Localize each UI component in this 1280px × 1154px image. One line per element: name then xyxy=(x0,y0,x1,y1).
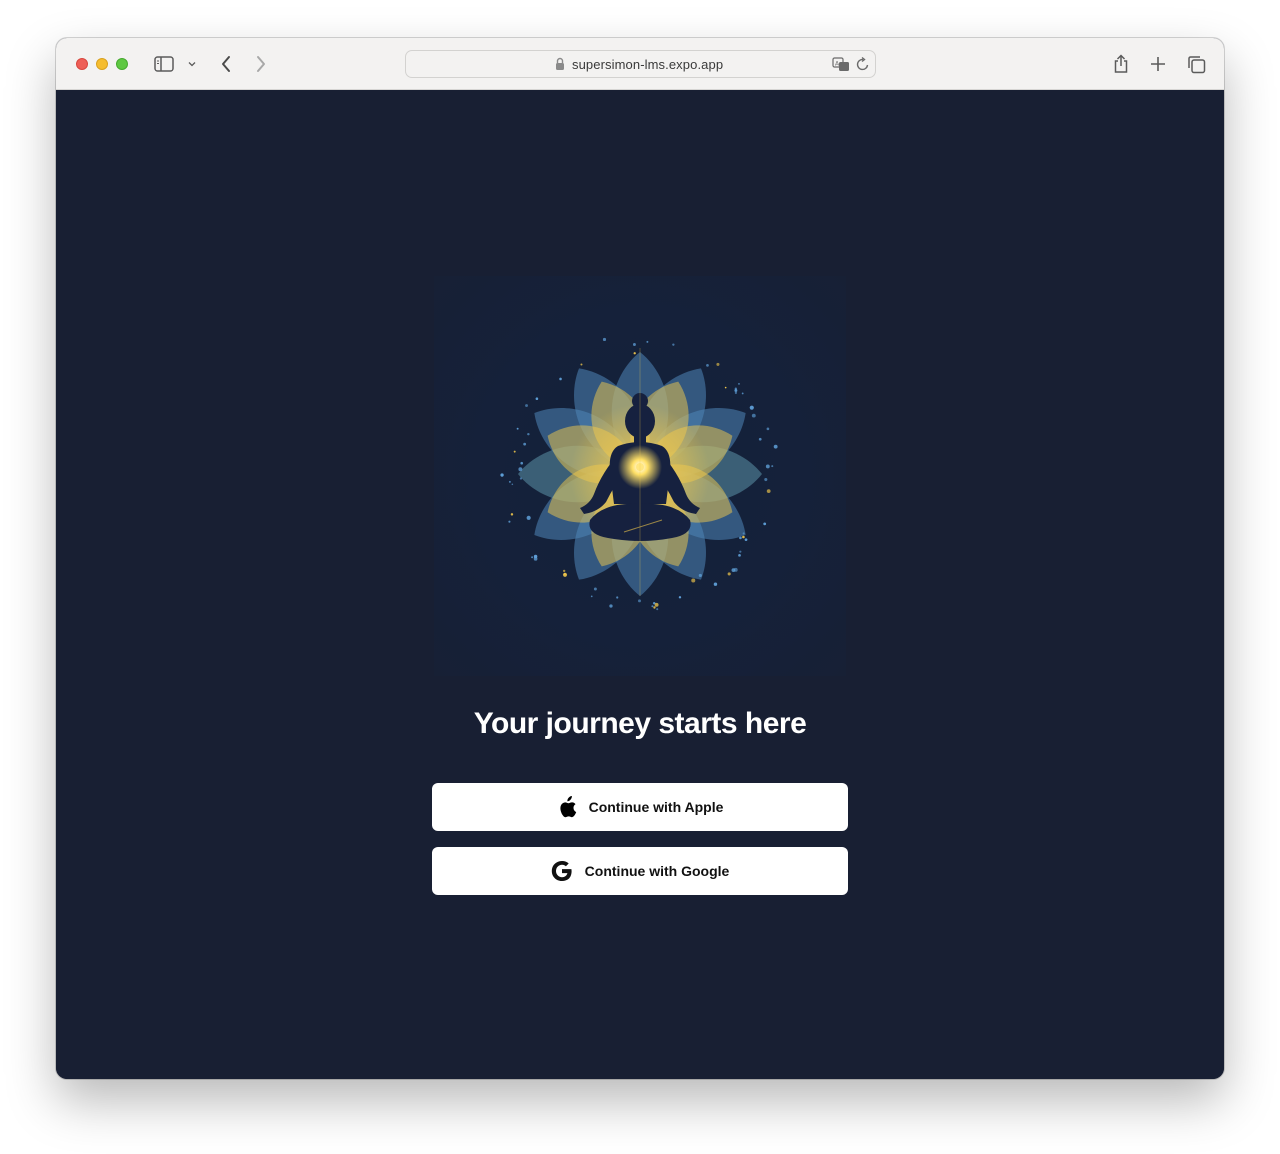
browser-toolbar: supersimon-lms.expo.app A xyxy=(56,38,1224,90)
sparkle-dot xyxy=(773,444,778,449)
sparkle-dot xyxy=(739,536,742,540)
sparkle-dot xyxy=(771,465,774,468)
sparkle-dot xyxy=(531,556,534,559)
sparkle-dot xyxy=(691,578,696,583)
new-tab-icon[interactable] xyxy=(1148,52,1168,76)
sparkle-dot xyxy=(533,557,538,561)
sparkle-dot xyxy=(766,489,771,493)
sparkle-dot xyxy=(526,515,531,520)
sparkle-dot xyxy=(672,343,675,346)
sparkle-dot xyxy=(678,596,682,599)
sparkle-dot xyxy=(651,605,654,608)
tabs-overview-icon[interactable] xyxy=(1185,52,1207,76)
sparkle-dot xyxy=(738,553,741,557)
sparkle-dot xyxy=(734,391,738,395)
sparkle-dot xyxy=(716,362,720,366)
sparkle-dot xyxy=(527,432,530,436)
lock-icon xyxy=(555,57,565,76)
sparkle-dot xyxy=(742,535,745,539)
apple-button-label: Continue with Apple xyxy=(588,799,724,815)
sparkle-dot xyxy=(525,404,528,407)
sparkle-dot xyxy=(520,461,524,465)
reload-icon[interactable] xyxy=(856,56,870,77)
sparkle-dot xyxy=(731,568,736,573)
sparkle-dot xyxy=(724,386,727,389)
google-button-label: Continue with Google xyxy=(584,863,730,879)
sparkle-dot xyxy=(559,377,562,381)
sparkle-dot xyxy=(616,596,619,599)
sparkle-dot xyxy=(638,599,641,603)
sparkle-dot xyxy=(741,392,744,395)
share-icon[interactable] xyxy=(1111,52,1131,76)
sparkle-dot xyxy=(739,550,742,553)
sparkle-dot xyxy=(758,437,762,441)
sparkle-dot xyxy=(646,340,649,343)
sparkle-dot xyxy=(764,477,768,482)
sparkle-dot xyxy=(632,343,636,347)
sparkle-dot xyxy=(590,595,593,598)
sparkle-dot xyxy=(535,397,539,400)
sparkle-dot xyxy=(508,520,511,523)
continue-with-apple-button[interactable]: Continue with Apple xyxy=(432,783,848,831)
sparkle-dot xyxy=(765,464,770,469)
sparkle-dot xyxy=(508,480,511,483)
sparkle-dot xyxy=(749,405,754,410)
sparkle-dot xyxy=(734,389,738,392)
sparkle-dot xyxy=(516,427,519,430)
sparkle-dot xyxy=(562,572,568,577)
sparkle-dot xyxy=(751,413,756,418)
sparkle-dot xyxy=(609,604,613,608)
zoom-window-button[interactable] xyxy=(116,58,128,70)
minimize-window-button[interactable] xyxy=(96,58,108,70)
sparkle-dot xyxy=(633,352,636,355)
sparkle-dot xyxy=(738,382,740,385)
forward-icon[interactable] xyxy=(251,52,271,76)
sparkle-dot xyxy=(742,532,745,535)
sparkle-dot xyxy=(518,467,523,472)
close-window-button[interactable] xyxy=(76,58,88,70)
back-icon[interactable] xyxy=(216,52,236,76)
sparkle-dot xyxy=(580,363,583,366)
sparkle-dot xyxy=(656,608,659,611)
page-content: Your journey starts here Continue with A… xyxy=(56,90,1224,1079)
sparkle-dot xyxy=(593,587,597,591)
sparkle-dot xyxy=(513,450,516,453)
sparkle-dot xyxy=(562,569,566,573)
sparkle-dot xyxy=(653,606,656,609)
browser-window: supersimon-lms.expo.app A Your journey s… xyxy=(56,38,1224,1079)
sparkle-dot xyxy=(698,573,702,578)
address-bar[interactable]: supersimon-lms.expo.app A xyxy=(405,50,876,78)
sparkle-dot xyxy=(766,427,770,431)
sparkle-dot xyxy=(511,483,514,486)
sparkle-dot xyxy=(713,582,718,586)
sparkle-dot xyxy=(763,522,767,526)
page-title: Your journey starts here xyxy=(473,707,807,740)
meditation-lotus-illustration xyxy=(434,276,846,676)
sparkle-dot xyxy=(523,442,527,446)
sparkle-dot xyxy=(706,363,709,367)
apple-icon xyxy=(557,796,577,818)
sparkle-dot xyxy=(602,337,607,342)
sparkle-dot xyxy=(519,477,523,480)
sparkle-dot xyxy=(727,572,731,576)
continue-with-google-button[interactable]: Continue with Google xyxy=(432,847,848,895)
sparkle-dot xyxy=(744,538,748,542)
sparkle-dot xyxy=(500,473,504,477)
sidebar-icon[interactable] xyxy=(152,52,176,76)
google-icon xyxy=(551,860,573,882)
chevron-down-icon[interactable] xyxy=(186,52,198,76)
sparkle-dot xyxy=(654,602,659,607)
address-bar-url: supersimon-lms.expo.app xyxy=(572,57,724,72)
translate-icon[interactable]: A xyxy=(832,56,850,77)
sparkle-dot xyxy=(510,513,514,516)
